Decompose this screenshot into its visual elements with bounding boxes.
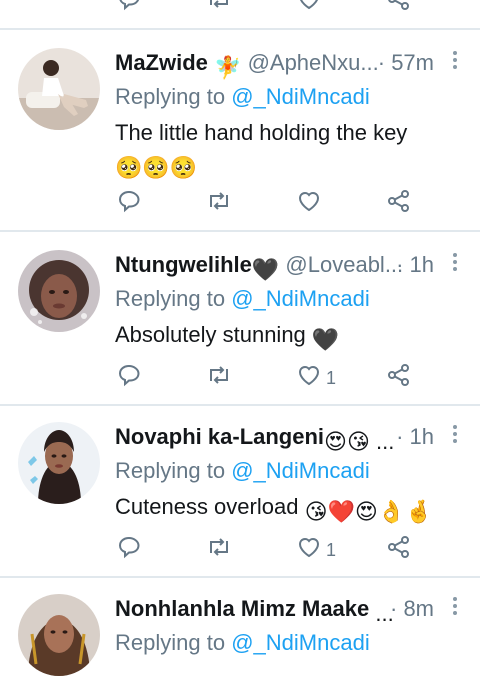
tweet-item[interactable]: Ntungwelihle🖤 @Loveabl... · 1h Replying …: [0, 250, 480, 404]
share-icon: [388, 190, 409, 212]
mention-link[interactable]: @_NdiMncadi: [231, 84, 370, 109]
tweet-divider: [0, 404, 480, 406]
replying-label: Replying to: [115, 84, 226, 109]
retweet-icon: [210, 538, 228, 556]
tweet-divider: [0, 230, 480, 232]
replying-label: Replying to: [115, 458, 226, 483]
retweet-icon[interactable]: [206, 0, 232, 12]
retweet-icon: [210, 366, 228, 384]
timestamp[interactable]: · 57m: [378, 48, 434, 78]
timestamp[interactable]: · 8m: [390, 594, 434, 624]
timestamp[interactable]: · 1h: [396, 422, 434, 452]
tweet-text: Cuteness overload 😘❤️😍👌🤞: [115, 492, 465, 527]
tweet-text-content: Cuteness overload: [115, 494, 299, 519]
avatar[interactable]: [18, 594, 100, 676]
more-options-icon[interactable]: [450, 48, 460, 72]
reply-icon[interactable]: [116, 0, 142, 12]
retweet-button[interactable]: [206, 362, 240, 396]
replying-label: Replying to: [115, 286, 226, 311]
tweet-item[interactable]: Novaphi ka-Langeni😍😘 ... · 1h Replying t…: [0, 422, 480, 576]
mention-link[interactable]: @_NdiMncadi: [231, 630, 370, 655]
name-emoji: 🖤: [251, 257, 280, 282]
display-name[interactable]: Nonhlanhla Mimz Maake: [115, 596, 369, 621]
user-handle[interactable]: @Loveabl...: [285, 252, 403, 277]
tweet-item[interactable]: MaZwide 🧚 @ApheNxu... · 57m Replying to …: [0, 48, 480, 230]
display-name[interactable]: Ntungwelihle: [115, 252, 252, 277]
avatar[interactable]: [18, 422, 100, 504]
reply-icon: [118, 364, 140, 387]
tweet-text: Absolutely stunning 🖤: [115, 320, 465, 355]
replying-to: Replying to @_NdiMncadi: [115, 82, 370, 112]
tweet-header: Nonhlanhla Mimz Maake ... · 8m: [115, 594, 466, 626]
tweet-header: MaZwide 🧚 @ApheNxu... · 57m: [115, 48, 466, 80]
previous-tweet-actions: [0, 0, 480, 28]
tweet-emoji: 🥺🥺🥺: [115, 155, 198, 180]
tweet-divider: [0, 576, 480, 578]
more-options-icon[interactable]: [450, 422, 460, 446]
like-button[interactable]: 1: [296, 362, 356, 396]
avatar[interactable]: [18, 48, 100, 130]
reply-button[interactable]: [116, 188, 150, 222]
reply-icon: [118, 536, 140, 559]
tweet-emoji: 😘❤️😍👌🤞: [304, 499, 433, 524]
like-count: 1: [326, 368, 337, 388]
tweet-text: The little hand holding the key 🥺🥺🥺: [115, 118, 465, 183]
reply-icon: [118, 190, 140, 213]
retweet-button[interactable]: [206, 188, 240, 222]
timestamp[interactable]: · 1h: [396, 250, 434, 280]
tweet-text-content: The little hand holding the key: [115, 120, 408, 145]
replying-to: Replying to @_NdiMncadi: [115, 456, 370, 486]
like-icon: [298, 538, 320, 558]
like-count: 1: [326, 540, 337, 560]
replying-label: Replying to: [115, 630, 226, 655]
mention-link[interactable]: @_NdiMncadi: [231, 286, 370, 311]
like-icon: [298, 192, 320, 212]
tweet-divider: [0, 28, 480, 30]
replying-to: Replying to @_NdiMncadi: [115, 628, 370, 658]
reply-button[interactable]: [116, 534, 150, 568]
name-emoji: 😍😘 ...: [324, 429, 395, 454]
more-options-icon[interactable]: [450, 250, 460, 274]
retweet-button[interactable]: [206, 534, 240, 568]
reply-button[interactable]: [116, 362, 150, 396]
tweet-emoji: 🖤: [311, 327, 340, 352]
more-options-icon[interactable]: [450, 594, 460, 618]
tweet-item[interactable]: Nonhlanhla Mimz Maake ... · 8m Replying …: [0, 594, 480, 676]
display-name[interactable]: Novaphi ka-Langeni: [115, 424, 324, 449]
share-icon[interactable]: [386, 0, 412, 12]
tweet-text-content: Absolutely stunning: [115, 322, 306, 347]
share-button[interactable]: [386, 188, 420, 222]
replying-to: Replying to @_NdiMncadi: [115, 284, 370, 314]
like-button[interactable]: 1: [296, 534, 356, 568]
tweet-header: Ntungwelihle🖤 @Loveabl... · 1h: [115, 250, 466, 282]
action-bar: 1: [0, 534, 480, 568]
like-icon: [298, 366, 320, 386]
share-icon: [388, 536, 409, 558]
like-icon[interactable]: [296, 0, 322, 12]
display-name[interactable]: MaZwide: [115, 50, 208, 75]
tweet-header: Novaphi ka-Langeni😍😘 ... · 1h: [115, 422, 466, 454]
user-handle[interactable]: @ApheNxu...: [248, 50, 379, 75]
share-button[interactable]: [386, 534, 420, 568]
retweet-icon: [210, 192, 228, 210]
action-bar: 1: [0, 362, 480, 396]
avatar[interactable]: [18, 250, 100, 332]
like-button[interactable]: [296, 188, 356, 222]
share-icon: [388, 364, 409, 386]
name-emoji: 🧚: [214, 55, 242, 80]
action-bar: [0, 188, 480, 222]
mention-link[interactable]: @_NdiMncadi: [231, 458, 370, 483]
share-button[interactable]: [386, 362, 420, 396]
